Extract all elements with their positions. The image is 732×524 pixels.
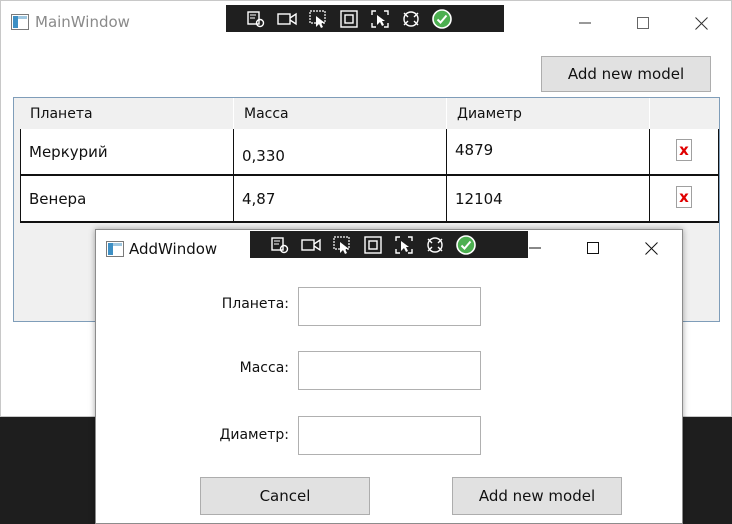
planet-label: Планета: — [221, 296, 289, 312]
cancel-button[interactable]: Cancel — [200, 477, 370, 515]
dev-toolbar — [250, 231, 528, 258]
diameter-cell[interactable]: 12104 — [447, 176, 650, 221]
delete-row-button[interactable]: x — [676, 186, 692, 208]
grid-header: Планета Масса Диаметр — [14, 98, 719, 129]
select-element-icon[interactable] — [264, 231, 295, 258]
close-button[interactable] — [628, 233, 674, 263]
track-focus-icon[interactable] — [364, 5, 395, 32]
frame-icon[interactable] — [333, 5, 364, 32]
add-new-model-button[interactable]: Add new model — [541, 56, 711, 92]
maximize-icon — [587, 242, 599, 254]
planet-cell[interactable]: Венера — [20, 176, 234, 221]
minimize-icon — [529, 247, 541, 249]
main-window-title: MainWindow — [35, 13, 130, 31]
diameter-input[interactable] — [298, 416, 481, 455]
frame-icon[interactable] — [357, 231, 388, 258]
mass-cell[interactable]: 0,330 — [234, 129, 447, 174]
close-button[interactable] — [678, 8, 724, 38]
planet-input[interactable] — [298, 287, 481, 326]
close-icon — [694, 16, 708, 30]
hot-reload-icon[interactable] — [419, 231, 450, 258]
main-titlebar[interactable]: MainWindow — [1, 1, 731, 45]
add-new-model-submit-button[interactable]: Add new model — [452, 477, 622, 515]
track-focus-icon[interactable] — [388, 231, 419, 258]
record-icon[interactable] — [271, 5, 302, 32]
check-icon[interactable] — [426, 5, 457, 32]
table-row[interactable]: Меркурий 0,330 4879 x — [20, 129, 719, 176]
mass-input[interactable] — [298, 351, 481, 390]
column-header-mass[interactable]: Масса — [234, 98, 447, 129]
window-app-icon — [11, 14, 29, 30]
column-header-diameter[interactable]: Диаметр — [447, 98, 650, 129]
window-app-icon — [106, 241, 124, 257]
column-header-actions — [650, 98, 719, 129]
add-window: AddWindow Планета: Масса: Диаметр: Cance… — [95, 229, 683, 524]
mass-cell[interactable]: 4,87 — [234, 176, 447, 221]
maximize-button[interactable] — [570, 233, 616, 263]
hot-reload-icon[interactable] — [395, 5, 426, 32]
dev-toolbar — [226, 5, 504, 32]
diameter-cell[interactable]: 4879 — [447, 129, 650, 174]
table-row[interactable]: Венера 4,87 12104 x — [20, 176, 719, 223]
check-icon[interactable] — [450, 231, 481, 258]
delete-row-button[interactable]: x — [676, 139, 692, 161]
add-window-title: AddWindow — [129, 240, 218, 258]
maximize-icon — [637, 17, 649, 29]
diameter-label: Диаметр: — [219, 427, 289, 443]
close-icon — [644, 241, 658, 255]
pointer-select-icon[interactable] — [302, 5, 333, 32]
planet-cell[interactable]: Меркурий — [20, 129, 234, 174]
minimize-button[interactable] — [562, 8, 608, 38]
minimize-icon — [579, 22, 591, 24]
maximize-button[interactable] — [620, 8, 666, 38]
column-header-planet[interactable]: Планета — [20, 98, 234, 129]
pointer-select-icon[interactable] — [326, 231, 357, 258]
mass-label: Масса: — [239, 360, 289, 376]
minimize-button[interactable] — [512, 233, 558, 263]
add-window-titlebar[interactable]: AddWindow — [96, 230, 682, 268]
record-icon[interactable] — [295, 231, 326, 258]
select-element-icon[interactable] — [240, 5, 271, 32]
